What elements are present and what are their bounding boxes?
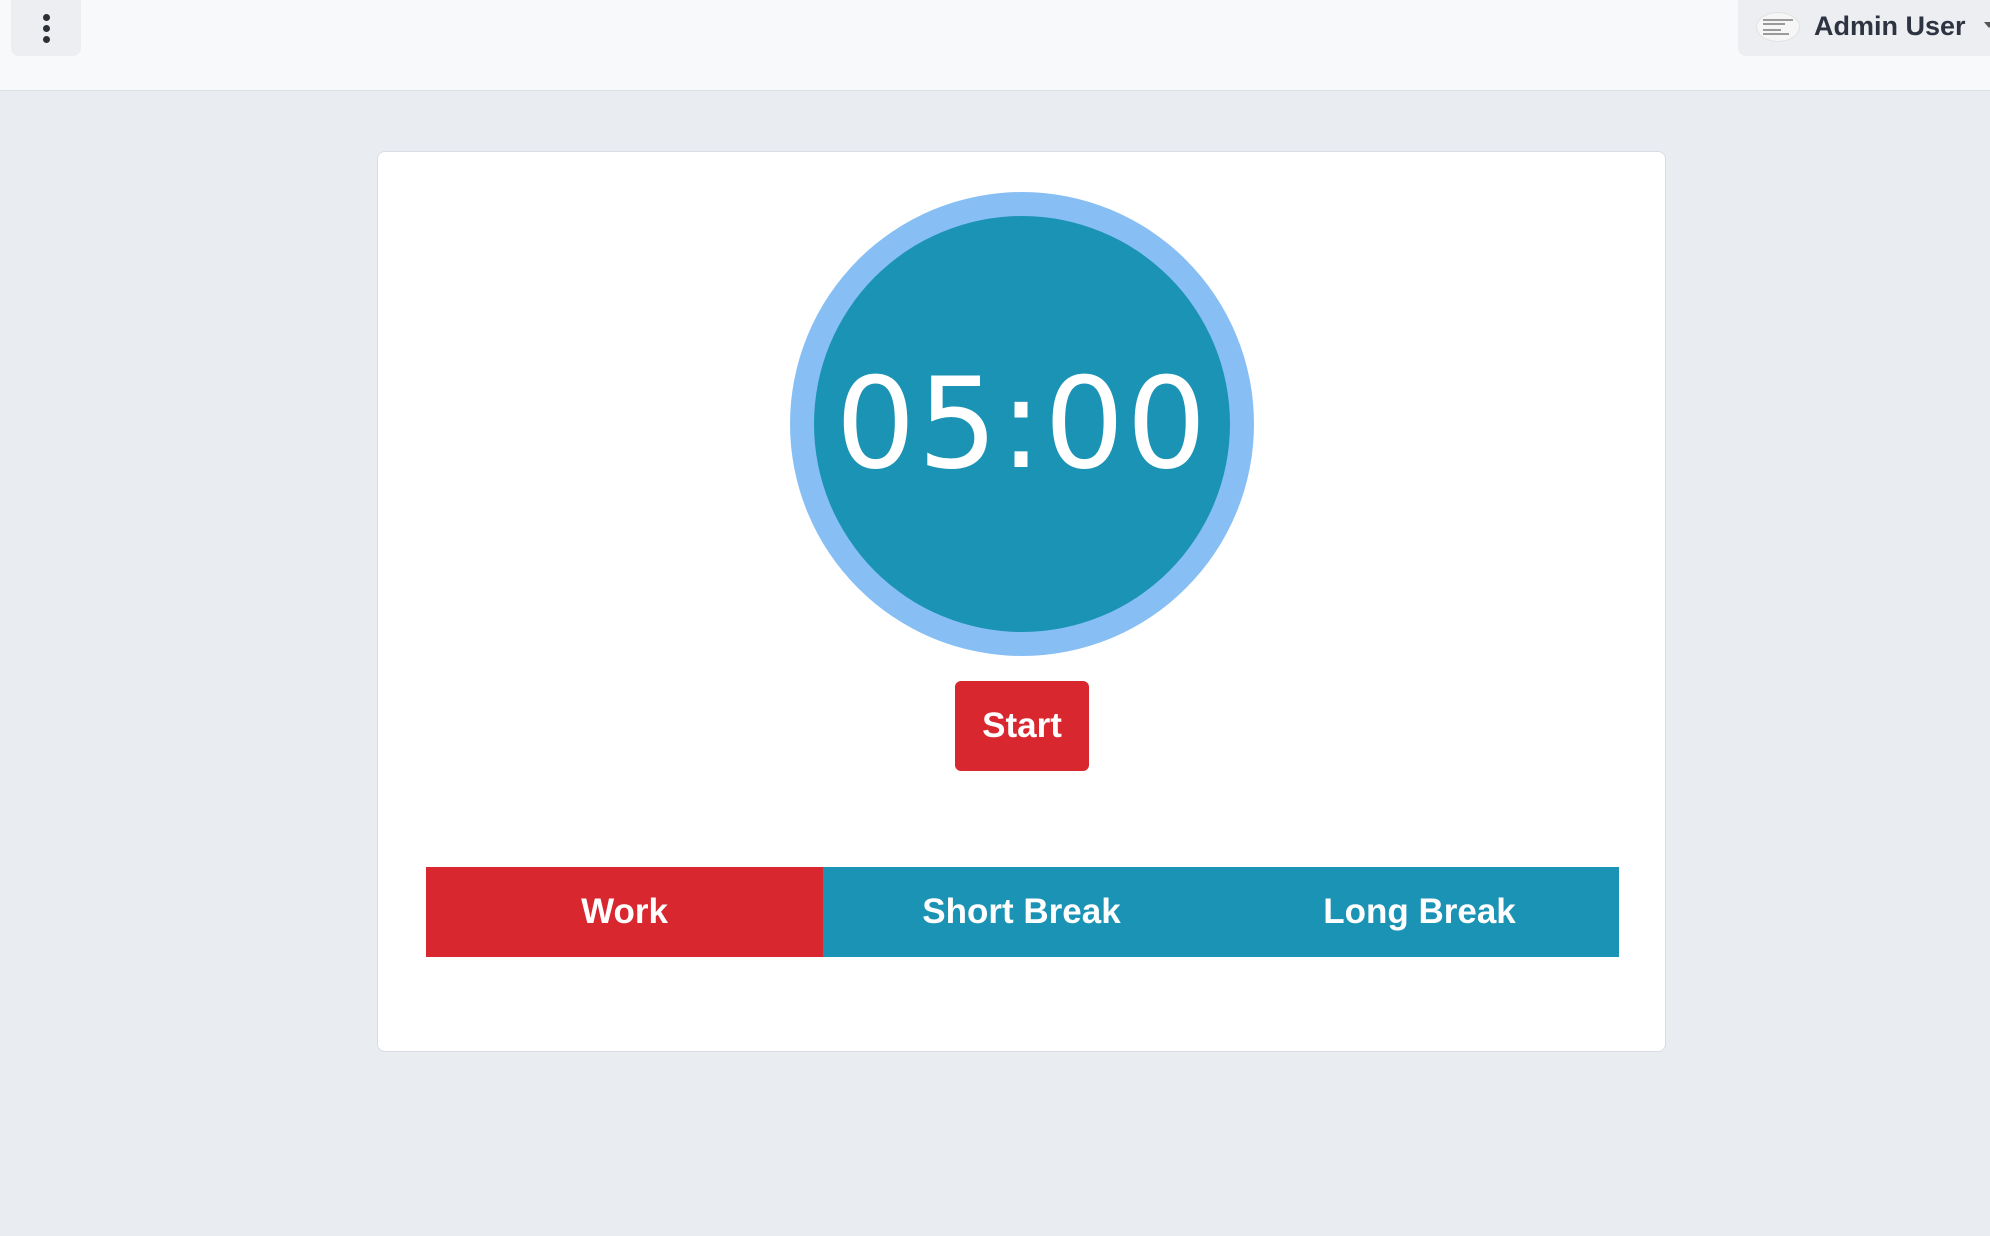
chevron-down-icon <box>1984 22 1990 28</box>
timer-display: 05:00 <box>835 350 1209 497</box>
user-name: Admin User <box>1814 11 1966 41</box>
pomodoro-card: 05:00 Start Work Short Break Long Break <box>377 151 1666 1052</box>
avatar <box>1756 12 1800 42</box>
tab-work[interactable]: Work <box>426 867 823 957</box>
tab-long-break[interactable]: Long Break <box>1220 867 1619 957</box>
start-button[interactable]: Start <box>955 681 1089 771</box>
top-bar: Admin User <box>0 0 1990 91</box>
tab-short-break[interactable]: Short Break <box>823 867 1220 957</box>
user-menu-button[interactable]: Admin User <box>1738 0 1990 56</box>
menu-button[interactable] <box>11 0 81 56</box>
timer-face: 05:00 <box>814 216 1230 632</box>
mode-tabs: Work Short Break Long Break <box>426 867 1619 957</box>
kebab-menu-icon <box>42 13 50 43</box>
timer-ring: 05:00 <box>790 192 1254 656</box>
